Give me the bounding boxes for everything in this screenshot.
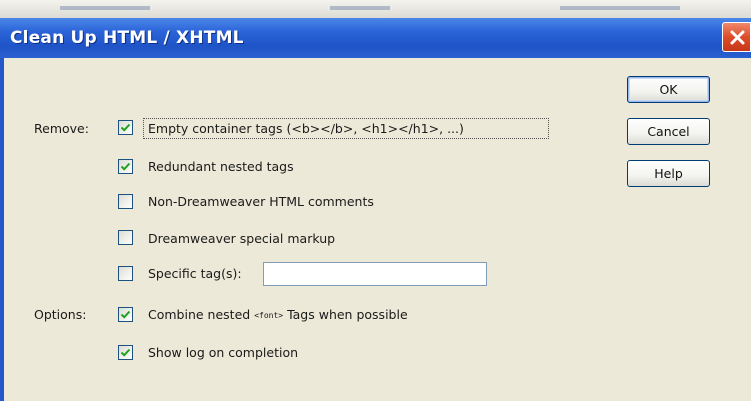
combine-suffix: Tags when possible [287,307,408,322]
non-dw-comments-checkbox[interactable] [118,194,133,209]
empty-container-tags-checkbox[interactable] [118,120,133,135]
background-window-strip [0,0,751,18]
checkmark-icon [120,348,131,357]
specific-tags-checkbox[interactable] [118,266,133,281]
combine-prefix: Combine nested [148,307,251,322]
font-tag-code: <font> [254,311,284,320]
clean-up-dialog: Clean Up HTML / XHTML Remove: Empty cont… [0,0,751,401]
cancel-button[interactable]: Cancel [627,118,710,145]
combine-font-tags-checkbox[interactable] [118,307,133,322]
close-button[interactable] [722,22,751,52]
redundant-nested-tags-label[interactable]: Redundant nested tags [148,159,294,174]
options-label: Options: [34,307,87,322]
specific-tags-label[interactable]: Specific tag(s): [148,266,242,281]
window-frame-left [0,58,4,401]
close-icon [730,30,745,45]
non-dw-comments-label[interactable]: Non-Dreamweaver HTML comments [148,194,374,209]
show-log-label[interactable]: Show log on completion [148,345,298,360]
help-button[interactable]: Help [627,160,710,187]
checkmark-icon [120,162,131,171]
checkmark-icon [120,123,131,132]
dw-special-markup-label[interactable]: Dreamweaver special markup [148,231,335,246]
checkmark-icon [120,310,131,319]
empty-container-tags-label[interactable]: Empty container tags (<b></b>, <h1></h1>… [143,118,549,139]
specific-tags-input[interactable] [263,262,487,286]
show-log-checkbox[interactable] [118,345,133,360]
dialog-title: Clean Up HTML / XHTML [10,28,244,48]
redundant-nested-tags-checkbox[interactable] [118,159,133,174]
combine-font-tags-label[interactable]: Combine nested <font> Tags when possible [148,307,408,322]
dw-special-markup-checkbox[interactable] [118,230,133,245]
remove-label: Remove: [34,121,89,136]
ok-button[interactable]: OK [627,76,710,103]
